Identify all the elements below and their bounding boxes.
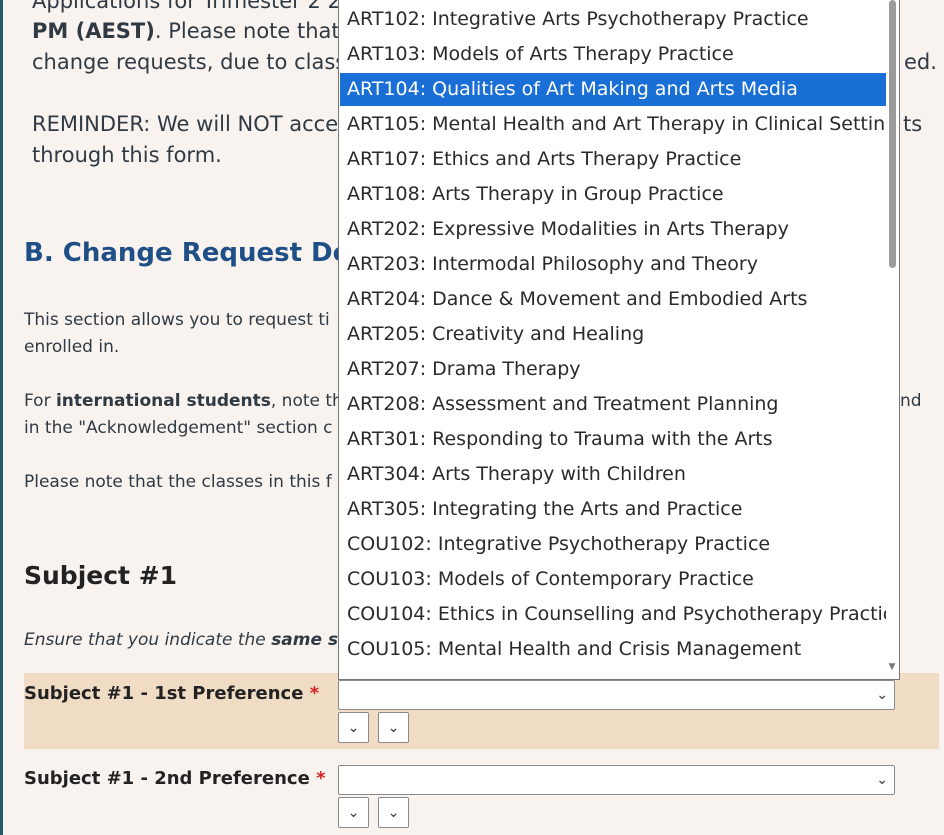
intro-line-2-right: ed. bbox=[904, 50, 937, 74]
section-b-p2-line1: For international students, note the i bbox=[24, 391, 363, 411]
dropdown-option[interactable]: ART105: Mental Health and Art Therapy in… bbox=[340, 108, 886, 141]
pref1-label-text: Subject #1 - 1st Preference bbox=[24, 683, 304, 704]
pref1-time-select[interactable]: ⌄ bbox=[378, 712, 409, 743]
dropdown-option[interactable]: COU105: Mental Health and Crisis Managem… bbox=[340, 633, 886, 666]
dropdown-option[interactable]: COU102: Integrative Psychotherapy Practi… bbox=[340, 528, 886, 561]
dropdown-option[interactable]: ART108: Arts Therapy in Group Practice bbox=[340, 178, 886, 211]
intro-line-1-rest: . Please note that w bbox=[154, 19, 364, 43]
dropdown-option[interactable]: ART208: Assessment and Treatment Plannin… bbox=[340, 388, 886, 421]
intro-line-top: Applications for Trimester 2 20 bbox=[32, 0, 355, 13]
section-b-p2-right: nd bbox=[900, 391, 922, 411]
pref2-label-text: Subject #1 - 2nd Preference bbox=[24, 768, 310, 789]
scroll-down-arrow-icon[interactable]: ▼ bbox=[887, 662, 897, 672]
subject-1-note: Ensure that you indicate the same s bbox=[24, 630, 338, 650]
dropdown-option[interactable]: COU103: Models of Contemporary Practice bbox=[340, 563, 886, 596]
dropdown-scrollbar[interactable]: ▼ bbox=[887, 0, 897, 676]
required-mark: * bbox=[309, 683, 320, 704]
section-b-p2-line2: in the "Acknowledgement" section c bbox=[24, 418, 333, 438]
dropdown-option[interactable]: ART107: Ethics and Arts Therapy Practice bbox=[340, 143, 886, 176]
dropdown-option[interactable]: ART203: Intermodal Philosophy and Theory bbox=[340, 248, 886, 281]
required-mark: * bbox=[316, 768, 326, 789]
pref2-label: Subject #1 - 2nd Preference * bbox=[24, 768, 325, 789]
left-accent-bar bbox=[0, 0, 3, 835]
chevron-down-icon: ⌄ bbox=[347, 804, 360, 821]
p2-bold: international students bbox=[55, 391, 271, 411]
pref2-time-select[interactable]: ⌄ bbox=[378, 797, 409, 828]
chevron-down-icon: ⌄ bbox=[347, 719, 360, 736]
chevron-down-icon: ⌄ bbox=[387, 804, 400, 821]
reminder-line-1-right: ts bbox=[903, 112, 923, 136]
note-bold: same s bbox=[271, 630, 339, 650]
p2-prefix: For bbox=[24, 391, 56, 411]
note-prefix: Ensure that you indicate the bbox=[24, 630, 272, 650]
dropdown-option[interactable]: ART207: Drama Therapy bbox=[340, 353, 886, 386]
dropdown-option[interactable]: ART304: Arts Therapy with Children bbox=[340, 458, 886, 491]
section-b-p1-line1: This section allows you to request ti bbox=[24, 310, 330, 330]
subject-1-title: Subject #1 bbox=[24, 561, 178, 590]
pref2-day-select[interactable]: ⌄ bbox=[338, 797, 369, 828]
intro-line-2: change requests, due to class s bbox=[32, 50, 364, 74]
section-b-p1-line2: enrolled in. bbox=[24, 337, 120, 357]
dropdown-option[interactable]: ART205: Creativity and Healing bbox=[340, 318, 886, 351]
dropdown-option[interactable]: ART204: Dance & Movement and Embodied Ar… bbox=[340, 283, 886, 316]
reminder-line-1: REMINDER: We will NOT acce bbox=[32, 112, 339, 136]
dropdown-option[interactable]: ART202: Expressive Modalities in Arts Th… bbox=[340, 213, 886, 246]
pref1-label: Subject #1 - 1st Preference * bbox=[24, 683, 319, 704]
pref1-select[interactable]: ⌄ bbox=[338, 680, 895, 710]
reminder-line-2: through this form. bbox=[32, 143, 222, 167]
chevron-down-icon: ⌄ bbox=[876, 772, 888, 788]
subject-dropdown-list[interactable]: COU105: Mental Health and Crisis Managem… bbox=[338, 0, 900, 680]
scrollbar-thumb[interactable] bbox=[889, 0, 896, 268]
intro-line-1: PM (AEST). Please note that w bbox=[32, 16, 364, 47]
dropdown-option[interactable]: ART102: Integrative Arts Psychotherapy P… bbox=[340, 3, 886, 36]
dropdown-option[interactable]: ART301: Responding to Trauma with the Ar… bbox=[340, 423, 886, 456]
section-b-p3: Please note that the classes in this f bbox=[24, 472, 332, 492]
pref2-select[interactable]: ⌄ bbox=[338, 765, 895, 795]
intro-bold: PM (AEST) bbox=[32, 19, 155, 43]
dropdown-option[interactable]: ART103: Models of Arts Therapy Practice bbox=[340, 38, 886, 71]
dropdown-option[interactable]: ART305: Integrating the Arts and Practic… bbox=[340, 493, 886, 526]
dropdown-option[interactable]: COU104: Ethics in Counselling and Psycho… bbox=[340, 598, 886, 631]
pref1-day-select[interactable]: ⌄ bbox=[338, 712, 369, 743]
chevron-down-icon: ⌄ bbox=[387, 719, 400, 736]
dropdown-option[interactable]: ART104: Qualities of Art Making and Arts… bbox=[340, 73, 886, 106]
chevron-down-icon: ⌄ bbox=[876, 687, 888, 703]
